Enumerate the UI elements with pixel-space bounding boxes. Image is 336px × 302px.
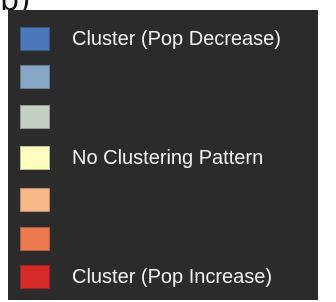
legend-item xyxy=(20,104,72,130)
legend-label: Cluster (Pop Decrease) xyxy=(72,28,281,50)
legend-swatch xyxy=(20,105,50,129)
legend-item xyxy=(20,187,72,213)
legend-item: Cluster (Pop Decrease) xyxy=(20,26,281,52)
legend-item: No Clustering Pattern xyxy=(20,145,263,171)
legend-swatch xyxy=(20,27,50,51)
legend-item xyxy=(20,226,72,252)
legend-item: Cluster (Pop Increase) xyxy=(20,264,272,290)
legend-label: Cluster (Pop Increase) xyxy=(72,266,273,288)
legend-swatch xyxy=(20,188,50,212)
legend-label: No Clustering Pattern xyxy=(72,147,264,169)
legend-item xyxy=(20,64,72,90)
legend-panel: Cluster (Pop Decrease) No Clustering Pat… xyxy=(8,10,318,300)
legend-swatch xyxy=(20,146,50,170)
figure-frame: b) Cluster (Pop Decrease) No Clustering … xyxy=(0,0,336,302)
legend-swatch xyxy=(20,65,50,89)
legend-swatch xyxy=(20,265,50,289)
legend-swatch xyxy=(20,227,50,251)
